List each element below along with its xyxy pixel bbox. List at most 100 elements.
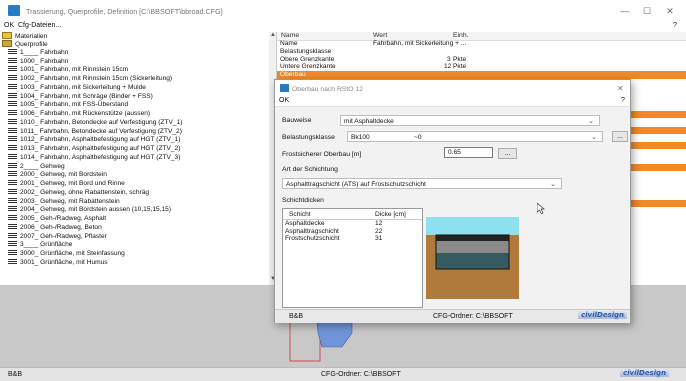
tree-item[interactable]: 2____ Gehweg xyxy=(8,162,65,171)
tree-item[interactable]: 2004_ Gehweg, mit Bordstein aussen (10,1… xyxy=(8,206,171,214)
preview-frostschutz xyxy=(436,253,509,269)
mouse-cursor-icon xyxy=(537,203,545,214)
tree-item[interactable]: 3000_ Grünfläche, mit Steinfassung xyxy=(8,250,125,258)
tree-item[interactable]: 1013_ Fahrbahn, Asphaltbefestigung auf H… xyxy=(8,145,180,153)
profile-icon xyxy=(8,250,17,257)
frost-more-button[interactable]: ... xyxy=(498,148,517,159)
tree-item-label: 1____ Fahrbahn xyxy=(20,48,69,56)
profile-icon xyxy=(8,188,17,195)
dialog-menu-help[interactable]: ? xyxy=(621,97,625,104)
tree-item[interactable]: 1010_ Fahrbahn, Betondecke auf Verfestig… xyxy=(8,118,182,127)
schichtung-value: Asphalttragschicht (ATS) auf Frostschutz… xyxy=(286,181,426,188)
profile-icon xyxy=(8,145,17,152)
tree-item-querprofile[interactable]: Querprofile xyxy=(2,40,48,48)
tree-item-label: 3____ Grünfläche xyxy=(20,241,73,249)
layer-header-dicke: Dicke [cm] xyxy=(375,211,406,218)
property-value: 3 xyxy=(447,55,451,63)
belastungsklasse-select[interactable]: Bk100 ~0 ⌄ xyxy=(347,131,603,142)
dialog-close-button[interactable]: ✕ xyxy=(617,84,624,93)
dialog-menu-ok[interactable]: OK xyxy=(279,97,289,104)
property-row-selected[interactable]: Oberbau xyxy=(277,71,686,79)
frost-input[interactable]: 0.65 xyxy=(444,147,493,158)
menu-ok[interactable]: OK xyxy=(4,22,14,29)
tree-item-materials[interactable]: Materialien xyxy=(2,32,47,40)
tree-item-label: 2003_ Gehweg, mit Rabattenstein xyxy=(20,197,120,205)
folder-icon xyxy=(2,40,12,48)
scroll-up-icon[interactable]: ▲ xyxy=(270,32,276,38)
layer-row-thickness: 22 xyxy=(375,227,383,235)
dialog-app-icon xyxy=(280,84,289,92)
tree-item[interactable]: 1011_ Fahrbahn, Betondecke auf Verfestig… xyxy=(8,127,182,136)
minimize-button[interactable]: — xyxy=(618,6,632,16)
oberbau-dialog: Oberbau nach RStO 12 ✕ OK ? Bauweise mit… xyxy=(274,79,631,323)
close-button[interactable]: ✕ xyxy=(663,6,677,16)
profile-icon xyxy=(8,180,17,187)
dialog-title: Oberbau nach RStO 12 xyxy=(292,86,364,93)
tree-item-label: 3001_ Grünfläche, mit Humus xyxy=(20,258,108,266)
materials-icon xyxy=(2,32,12,39)
tree-item[interactable]: 2002_ Gehweg, ohne Rabattenstein, schräg xyxy=(8,188,149,197)
preview-asphaltdecke xyxy=(436,235,509,241)
dialog-menu-bar xyxy=(275,94,630,107)
highlight-band xyxy=(629,142,686,149)
profile-icon xyxy=(8,57,17,64)
tree-item[interactable]: 1012_ Fahrbahn, Asphaltbefestigung auf H… xyxy=(8,136,180,144)
highlight-band xyxy=(629,127,686,134)
tree-item[interactable]: 1006_ Fahrbahn, mit Rückenstütze (aussen… xyxy=(8,110,150,118)
tree-item[interactable]: 2003_ Gehweg, mit Rabattenstein xyxy=(8,197,120,206)
profile-icon xyxy=(8,66,17,73)
property-name: Name xyxy=(280,40,298,47)
layer-table[interactable]: Schicht Dicke [cm] Asphaltdecke 12 Aspha… xyxy=(282,208,423,308)
tree-item[interactable]: 2007_ Geh-/Radweg, Pflaster xyxy=(8,232,107,241)
tree-item[interactable]: 1002_ Fahrbahn, mit Rinnstein 15cm (Sick… xyxy=(8,75,172,83)
profile-icon xyxy=(8,110,17,117)
layer-row-name: Asphalttragschicht xyxy=(285,227,339,235)
tree-item-label: 1004_ Fahrbahn, mit Schräge (Binder + FS… xyxy=(20,92,153,100)
belastungsklasse-value: Bk100 xyxy=(351,134,370,141)
belastungsklasse-more-button[interactable]: ... xyxy=(612,131,628,142)
column-einh: Einh. xyxy=(453,32,469,39)
property-row[interactable]: Obere Grenzkante 3 Pkte xyxy=(277,56,686,64)
tree-item[interactable]: 1000_ Fahrbahn xyxy=(8,57,68,66)
tree-item[interactable]: 2000_ Gehweg, mit Bordstein xyxy=(8,171,107,179)
profile-icon xyxy=(8,232,17,239)
property-unit: Pkte xyxy=(453,63,467,71)
schichtung-select[interactable]: Asphalttragschicht (ATS) auf Frostschutz… xyxy=(282,178,562,189)
tree-item[interactable]: 2006_ Geh-/Radweg, Beton xyxy=(8,223,102,232)
preview-tragschicht xyxy=(436,241,509,253)
property-row[interactable]: Untere Grenzkante 12 Pkte xyxy=(277,63,686,71)
chevron-down-icon: ⌄ xyxy=(588,118,594,125)
property-row[interactable]: Belastungsklasse xyxy=(277,48,686,56)
dialog-status-cfg-folder: CFG-Ordner: C:\BBSOFT xyxy=(433,313,513,320)
profile-tree[interactable]: Materialien Querprofile 1____ Fahrbahn 10… xyxy=(0,32,277,285)
tree-item[interactable]: 2005_ Geh-/Radweg, Asphalt xyxy=(8,215,106,223)
tree-item[interactable]: 3001_ Grünfläche, mit Humus xyxy=(8,258,108,267)
bauweise-select[interactable]: mit Asphaltdecke ⌄ xyxy=(340,115,600,126)
profile-icon xyxy=(8,101,17,108)
highlight-band xyxy=(629,111,686,118)
schichtung-label: Art der Schichtung xyxy=(282,166,338,173)
maximize-button[interactable]: ☐ xyxy=(640,6,654,16)
app-icon xyxy=(8,5,20,16)
status-bar: B&B CFG-Ordner: C:\BBSOFT civilDesign xyxy=(0,367,686,381)
tree-item[interactable]: 1____ Fahrbahn xyxy=(8,48,69,57)
menu-help[interactable]: ? xyxy=(673,22,677,29)
property-row[interactable]: Name Fahrbahn, mit Sickerleitung + ... xyxy=(277,40,686,48)
tree-item[interactable]: 1014_ Fahrbahn, Asphaltbefestigung auf H… xyxy=(8,153,180,162)
menu-cfg-files[interactable]: Cfg-Dateien... xyxy=(18,22,61,29)
tree-item[interactable]: 1005_ Fahrbahn, mit FSS-Überstand xyxy=(8,101,128,109)
tree-item[interactable]: 2001_ Gehweg, mit Bord und Rinne xyxy=(8,180,125,188)
tree-item[interactable]: 1004_ Fahrbahn, mit Schräge (Binder + FS… xyxy=(8,92,153,101)
tree-item-label: 2001_ Gehweg, mit Bord und Rinne xyxy=(20,180,125,188)
bauweise-label: Bauweise xyxy=(282,117,312,124)
profile-icon xyxy=(8,136,17,143)
status-left: B&B xyxy=(8,371,23,378)
tree-item-label: 1003_ Fahrbahn, mit Sickerleitung + Muld… xyxy=(20,83,146,91)
tree-item[interactable]: 1003_ Fahrbahn, mit Sickerleitung + Muld… xyxy=(8,83,146,92)
tree-item[interactable]: 1001_ Fahrbahn, mit Rinnstein 15cm xyxy=(8,66,128,74)
tree-item-label: 1012_ Fahrbahn, Asphaltbefestigung auf H… xyxy=(20,136,181,144)
tree-item-label: 2006_ Geh-/Radweg, Beton xyxy=(20,223,102,231)
tree-item[interactable]: 3____ Grünfläche xyxy=(8,241,72,249)
tree-item-label: 2007_ Geh-/Radweg, Pflaster xyxy=(20,232,107,240)
preview-sky xyxy=(426,217,519,235)
